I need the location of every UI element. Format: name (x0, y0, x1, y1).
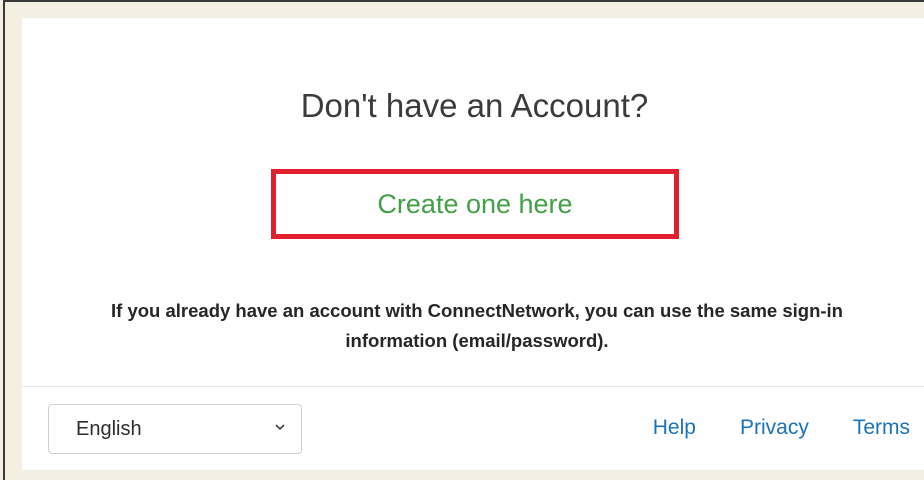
window-frame: Don't have an Account? Create one here I… (3, 0, 924, 480)
footer-links: Help Privacy Terms (653, 416, 910, 440)
chevron-down-icon (275, 424, 285, 431)
account-info-text: If you already have an account with Conn… (111, 300, 843, 351)
page-title: Don't have an Account? (300, 87, 649, 124)
terms-link[interactable]: Terms (853, 416, 910, 440)
help-link[interactable]: Help (653, 416, 696, 440)
language-select[interactable]: English (48, 404, 302, 454)
create-account-link[interactable]: Create one here (377, 189, 572, 220)
signup-card: Don't have an Account? Create one here I… (22, 18, 924, 470)
create-account-highlight: Create one here (271, 169, 679, 239)
language-select-value: English (76, 417, 142, 440)
footer-divider (22, 386, 924, 387)
privacy-link[interactable]: Privacy (740, 416, 809, 440)
